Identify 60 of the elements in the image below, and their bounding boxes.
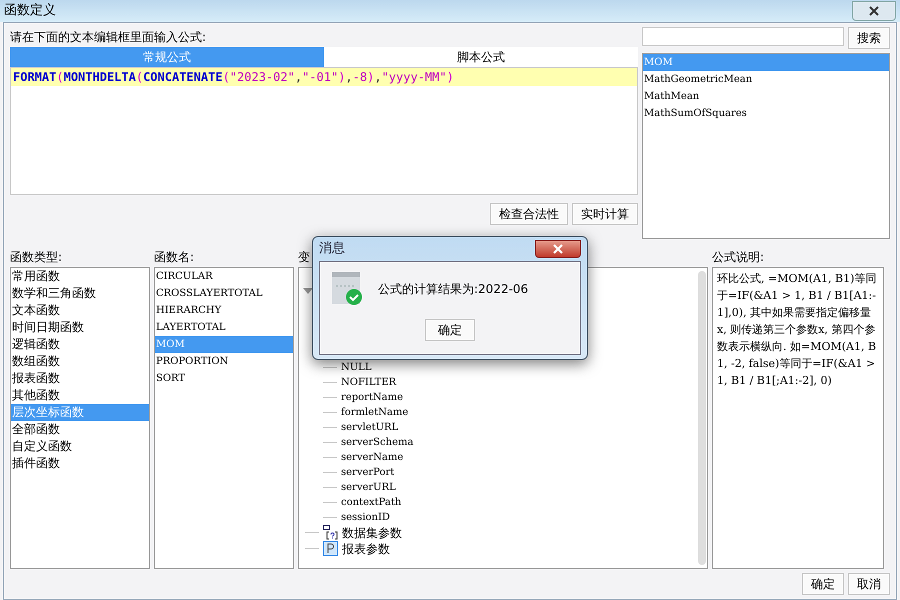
category-item[interactable]: 自定义函数 [11,438,149,455]
variable-item[interactable]: sessionID [341,510,390,525]
variable-item[interactable]: formletName [341,404,408,420]
variable-item[interactable]: NULL [341,360,372,375]
search-button[interactable]: 搜索 [848,27,890,49]
dialog-button[interactable]: 确定 [802,573,844,595]
category-item[interactable]: 常用函数 [11,268,149,285]
function-item[interactable]: LAYERTOTAL [155,318,293,336]
description-text: 环比公式, =MOM(A1, B1)等同于=IF(&A1 > 1, B1 / B1[A1:-1],0), 其中如果需要指定偏移量x, 则传递第三个参数x, 第四个参数表示横纵向. 如=MOM(A1, B1, -2, false)等同于=IF(&A1 > 1, B1 / B1[;A1:-2], 0) [717,270,878,389]
category-item[interactable]: 逻辑函数 [11,336,149,353]
close-icon [868,6,880,16]
action-button[interactable]: 实时计算 [572,203,638,225]
variable-group[interactable]: 数据集参数 [342,524,402,542]
formula-tab[interactable]: 脚本公式 [324,47,638,67]
category-item[interactable]: 数组函数 [11,352,149,370]
category-item[interactable]: 时间日期函数 [11,318,149,336]
function-item[interactable]: CIRCULAR [155,268,293,285]
function-item[interactable]: SORT [155,370,293,387]
action-button[interactable]: 检查合法性 [490,203,568,225]
section-label: 变 [298,248,310,266]
window-title: 函数定义 [4,2,56,20]
variable-item[interactable]: contextPath [341,494,402,510]
variable-group[interactable]: 报表参数 [342,540,390,558]
search-result-item[interactable]: MathSumOfSquares [643,105,889,122]
search-result-item[interactable]: MathGeometricMean [643,71,889,88]
variable-item[interactable]: reportName [341,390,404,405]
scrollbar[interactable] [698,270,706,565]
close-button[interactable] [852,1,896,21]
section-label: 函数名: [154,248,196,266]
editor-prompt: 请在下面的文本编辑框里面输入公式: [10,29,208,46]
section-label: 公式说明: [712,248,766,266]
category-item[interactable]: 文本函数 [11,302,149,319]
variable-item[interactable]: serverName [341,450,404,465]
success-icon [332,272,362,305]
function-item[interactable]: CROSSLAYERTOTAL [155,284,293,302]
section-label: 函数类型: [10,248,64,266]
result-message: 公式的计算结果为:2022-06 [378,280,528,298]
ok-button[interactable]: 确定 [425,319,475,341]
function-item[interactable]: PROPORTION [155,352,293,370]
variable-item[interactable]: servletURL [341,420,398,435]
function-item[interactable]: HIERARCHY [155,302,293,319]
category-item[interactable]: 全部函数 [11,420,149,438]
search-result-item[interactable]: MathMean [643,88,889,105]
category-item[interactable]: 报表函数 [11,370,149,387]
variable-item[interactable]: serverURL [341,480,396,495]
dataset-icon [323,525,338,540]
dialog-button[interactable]: 取消 [848,573,890,595]
category-item[interactable]: 其他函数 [11,386,149,404]
formula-editor[interactable]: FORMAT(MONTHDELTA(CONCATENATE("2023-02","-01"),-8),"yyyy-MM") [10,67,638,195]
close-button[interactable] [535,240,581,258]
variable-item[interactable]: serverSchema [341,434,414,450]
parameter-icon [323,541,338,556]
variable-item[interactable]: NOFILTER [341,374,396,390]
search-field[interactable] [642,27,844,46]
formula-text: FORMAT(MONTHDELTA(CONCATENATE("2023-02","-01"),-8),"yyyy-MM") [11,68,637,86]
category-item[interactable]: 插件函数 [11,454,149,472]
close-icon [552,244,564,254]
variable-item[interactable]: serverPort [341,464,394,480]
dialog-title: 消息 [319,240,345,258]
category-item[interactable]: 数学和三角函数 [11,284,149,302]
